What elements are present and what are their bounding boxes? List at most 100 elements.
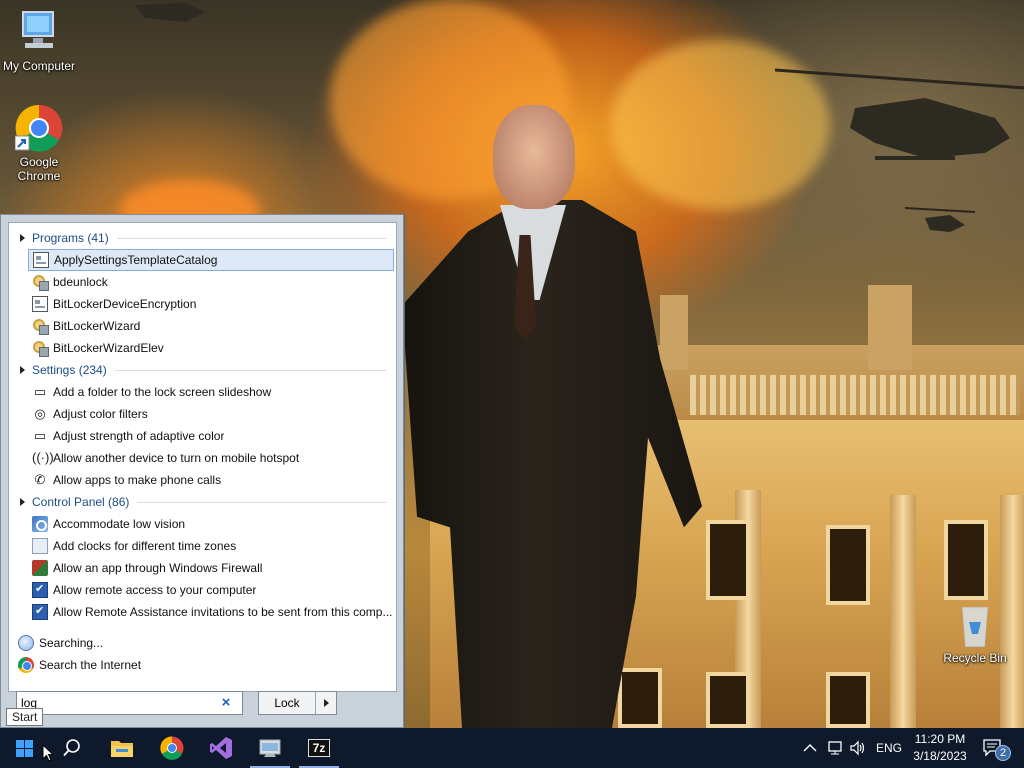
search-progress-icon (18, 635, 34, 651)
result-label: bdeunlock (53, 275, 108, 289)
taskbar-google-chrome[interactable] (148, 728, 196, 768)
result-label: Allow another device to turn on mobile h… (53, 451, 300, 465)
search-internet-label: Search the Internet (39, 658, 142, 672)
result-label: BitLockerWizardElev (53, 341, 164, 355)
start-search-box[interactable]: × (16, 691, 243, 715)
divider (116, 237, 386, 239)
7zip-icon: 7z (308, 739, 330, 757)
remote-access-icon (32, 582, 48, 598)
app-icon (33, 252, 49, 268)
result-label: BitLockerDeviceEncryption (53, 297, 197, 311)
power-button[interactable]: Lock (258, 691, 337, 715)
notification-count-badge: 2 (995, 745, 1011, 761)
group-header-programs[interactable]: Programs (41) (9, 228, 398, 248)
result-item[interactable]: Allow an app through Windows Firewall (28, 557, 394, 579)
result-item[interactable]: Accommodate low vision (28, 513, 394, 535)
action-center-button[interactable]: 2 (982, 736, 1014, 762)
bitlocker-keys-icon (32, 318, 49, 335)
ease-of-access-icon (32, 516, 48, 532)
group-header-label: Programs (41) (32, 231, 109, 245)
result-label: Add clocks for different time zones (53, 539, 237, 553)
searching-label: Searching... (39, 636, 104, 650)
balustrade (690, 375, 1020, 415)
figure-head (493, 105, 575, 209)
result-label: Allow Remote Assistance invitations to b… (53, 605, 393, 619)
result-item[interactable]: ▭ Add a folder to the lock screen slides… (28, 381, 394, 403)
bitlocker-keys-icon (32, 340, 49, 357)
window (826, 672, 870, 728)
result-item[interactable]: Add clocks for different time zones (28, 535, 394, 557)
clock-date: 3/18/2023 (913, 749, 967, 763)
show-hidden-icons-chevron-icon[interactable] (802, 740, 818, 756)
language-indicator[interactable]: ENG (876, 741, 902, 755)
app-icon (32, 296, 48, 312)
search-results-panel: Programs (41) ApplySettingsTemplateCatal… (8, 222, 397, 692)
group-header-settings[interactable]: Settings (234) (9, 360, 398, 380)
color-palette-icon: ◎ (34, 406, 46, 421)
search-icon (63, 739, 80, 757)
desktop-icon-google-chrome[interactable]: Google Chrome (0, 104, 78, 183)
window-app-icon (259, 739, 281, 757)
bitlocker-keys-icon (32, 274, 49, 291)
result-label: Allow remote access to your computer (53, 583, 257, 597)
window (944, 520, 988, 600)
result-item[interactable]: ApplySettingsTemplateCatalog (28, 249, 394, 271)
lock-button[interactable]: Lock (259, 692, 316, 714)
taskbar-file-explorer[interactable] (98, 728, 146, 768)
taskbar: 7z ENG 11:20 PM 3/18/2023 2 (0, 728, 1024, 768)
result-label: Allow an app through Windows Firewall (53, 561, 263, 575)
result-label: BitLockerWizard (53, 319, 141, 333)
taskbar-7zip[interactable]: 7z (295, 728, 343, 768)
search-input[interactable] (17, 693, 217, 713)
clear-search-icon[interactable]: × (217, 694, 235, 712)
result-label: Accommodate low vision (53, 517, 186, 531)
monitor-icon: ▭ (33, 428, 47, 443)
taskbar-app-window[interactable] (246, 728, 294, 768)
recycle-bin-icon (951, 600, 999, 648)
clock[interactable]: 11:20 PM 3/18/2023 (900, 731, 980, 765)
result-item[interactable]: ✆ Allow apps to make phone calls (28, 469, 394, 491)
result-item[interactable]: Allow remote access to your computer (28, 579, 394, 601)
windows-logo-icon (15, 739, 33, 757)
chimney (868, 285, 912, 370)
result-item[interactable]: ◎ Adjust color filters (28, 403, 394, 425)
network-icon[interactable] (826, 739, 844, 757)
group-header-control-panel[interactable]: Control Panel (86) (9, 492, 398, 512)
desktop-icon-my-computer[interactable]: My Computer (0, 8, 78, 73)
remote-assistance-icon (32, 604, 48, 620)
start-menu: Programs (41) ApplySettingsTemplateCatal… (0, 214, 404, 728)
power-options-arrow-icon[interactable] (316, 692, 336, 714)
result-item[interactable]: ((·)) Allow another device to turn on mo… (28, 447, 394, 469)
window (706, 672, 750, 728)
phone-icon: ✆ (34, 472, 46, 487)
result-item[interactable]: BitLockerDeviceEncryption (28, 293, 394, 315)
result-item[interactable]: BitLockerWizard (28, 315, 394, 337)
search-internet-link[interactable]: Search the Internet (14, 654, 314, 676)
group-header-label: Control Panel (86) (32, 495, 130, 509)
result-item[interactable]: Allow Remote Assistance invitations to b… (28, 601, 394, 623)
window (706, 520, 750, 600)
result-item[interactable]: ▭ Adjust strength of adaptive color (28, 425, 394, 447)
group-header-label: Settings (234) (32, 363, 107, 377)
chimney (660, 295, 688, 370)
start-button[interactable] (0, 728, 54, 768)
column (890, 495, 916, 728)
desktop-icon-recycle-bin[interactable]: Recycle Bin (936, 600, 1014, 665)
chrome-icon (14, 104, 63, 152)
visual-studio-icon (210, 737, 232, 759)
clock-icon (32, 538, 48, 554)
chrome-icon (160, 736, 184, 760)
firewall-icon (32, 560, 48, 576)
chrome-icon (18, 657, 34, 673)
desktop-icon-label: My Computer (2, 59, 76, 73)
result-label: Allow apps to make phone calls (53, 473, 222, 487)
window (826, 525, 870, 605)
result-label: ApplySettingsTemplateCatalog (54, 253, 218, 267)
taskbar-visual-studio[interactable] (197, 728, 245, 768)
volume-icon[interactable] (849, 739, 867, 757)
result-item[interactable]: bdeunlock (28, 271, 394, 293)
result-item[interactable]: BitLockerWizardElev (28, 337, 394, 359)
helicopter-icon (905, 207, 975, 232)
search-button[interactable] (48, 728, 96, 768)
folder-icon (111, 741, 133, 757)
